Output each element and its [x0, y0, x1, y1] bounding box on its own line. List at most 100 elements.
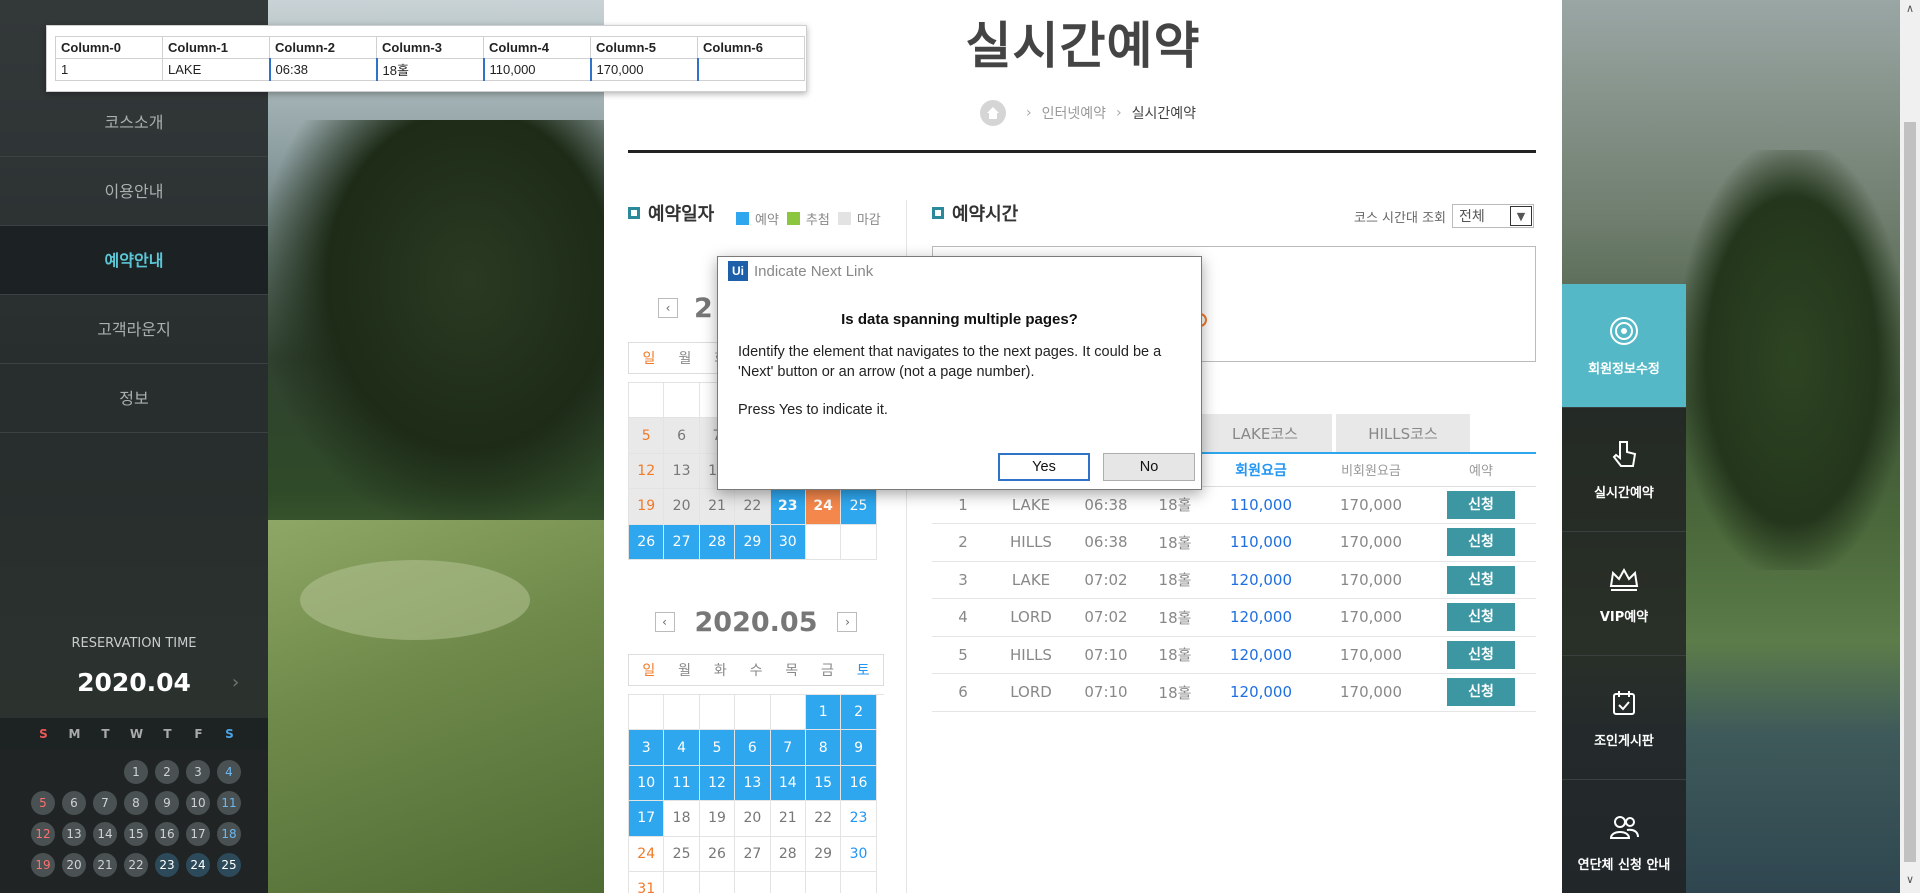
- calendar-day[interactable]: 8: [805, 730, 842, 766]
- calendar-day[interactable]: 24: [805, 489, 842, 525]
- calendar-day-empty: [771, 871, 806, 893]
- mini-calendar-day[interactable]: 18: [217, 822, 241, 846]
- quick-menu-label: 회원정보수정: [1588, 362, 1660, 377]
- calendar-day[interactable]: 25: [841, 489, 877, 525]
- home-icon[interactable]: [980, 100, 1006, 126]
- apply-button[interactable]: 신청: [1447, 678, 1515, 707]
- calendar-day[interactable]: 11: [664, 765, 700, 802]
- quick-menu-member-edit[interactable]: 회원정보수정: [1562, 284, 1686, 408]
- tab-lake-course[interactable]: LAKE코스: [1198, 414, 1332, 452]
- mini-calendar-day[interactable]: 13: [62, 822, 86, 846]
- target-icon: [1610, 317, 1638, 345]
- quick-menu-group[interactable]: 연단체 신청 안내: [1562, 780, 1686, 893]
- mini-calendar-day[interactable]: 10: [186, 791, 210, 815]
- scroll-up-icon[interactable]: ∧: [1900, 2, 1920, 20]
- mini-calendar-day[interactable]: 17: [186, 822, 210, 846]
- apply-button[interactable]: 신청: [1447, 640, 1515, 669]
- calendar-day[interactable]: 17: [629, 801, 665, 837]
- calendar-day: 31: [629, 871, 665, 893]
- mini-calendar-day[interactable]: 22: [124, 853, 148, 877]
- apply-button[interactable]: 신청: [1447, 565, 1515, 594]
- mini-calendar-day[interactable]: 19: [31, 853, 55, 877]
- calendar-day[interactable]: 3: [629, 730, 665, 766]
- calendar-day-empty: [735, 695, 771, 731]
- weekday-label: 목: [785, 663, 799, 679]
- weekday-label: S: [225, 727, 234, 741]
- calendar-day[interactable]: 23: [770, 489, 806, 525]
- scroll-down-icon[interactable]: ∨: [1900, 873, 1920, 891]
- table-row: 2 HILLS 06:38 18홀 110,000 170,000 신청: [932, 523, 1536, 562]
- mini-calendar-day[interactable]: 9: [155, 791, 179, 815]
- calendar-day[interactable]: 30: [770, 524, 806, 560]
- date-section-heading: 예약일자: [628, 200, 714, 226]
- extraction-preview-table: Column-0 Column-1 Column-2 Column-3 Colu…: [55, 36, 805, 81]
- calendar-day[interactable]: 5: [699, 730, 736, 766]
- mini-calendar-day[interactable]: 11: [217, 791, 241, 815]
- calendar-day[interactable]: 26: [629, 524, 665, 560]
- calendar-day[interactable]: 2: [841, 695, 877, 731]
- quick-menu-realtime[interactable]: 실시간예약: [1562, 408, 1686, 532]
- next-month-button[interactable]: ›: [837, 612, 858, 632]
- yes-button[interactable]: Yes: [998, 453, 1090, 481]
- preview-cell: 1: [55, 58, 163, 81]
- course-filter-select[interactable]: 전체 ▼: [1452, 204, 1534, 228]
- mini-calendar-day[interactable]: 24: [186, 853, 210, 877]
- mini-calendar-day[interactable]: 8: [124, 791, 148, 815]
- calendar-day[interactable]: 28: [699, 524, 736, 560]
- mini-calendar-day[interactable]: 7: [93, 791, 117, 815]
- calendar-day[interactable]: 16: [841, 765, 877, 802]
- mini-calendar-day[interactable]: 23: [155, 853, 179, 877]
- apply-button[interactable]: 신청: [1447, 490, 1515, 519]
- breadcrumb-current: 실시간예약: [1131, 106, 1197, 122]
- mini-calendar: S M T W T F S 1 2 3 4 5 6 7 8 9 10 11 12 13 14 15 16 17 1…: [0, 718, 268, 893]
- mini-calendar-day[interactable]: 4: [217, 760, 241, 784]
- calendar-day[interactable]: 15: [805, 765, 842, 802]
- prev-month-button[interactable]: ‹: [654, 612, 675, 632]
- preview-header: Column-4: [483, 36, 591, 59]
- quick-menu-join-board[interactable]: 조인게시판: [1562, 656, 1686, 780]
- sidebar-item-info[interactable]: 정보: [0, 364, 268, 433]
- calendar-day[interactable]: 29: [735, 524, 771, 560]
- no-button[interactable]: No: [1103, 453, 1195, 481]
- mini-calendar-day[interactable]: 1: [124, 760, 148, 784]
- mini-calendar-day[interactable]: 20: [62, 853, 86, 877]
- legend-reserve-label: 예약: [755, 213, 779, 228]
- scroll-thumb[interactable]: [1904, 122, 1916, 862]
- calendar-day[interactable]: 10: [629, 765, 665, 802]
- calendar-day-empty: [735, 871, 771, 893]
- mini-calendar-day[interactable]: 6: [62, 791, 86, 815]
- mini-calendar-day[interactable]: 25: [217, 853, 241, 877]
- apply-button[interactable]: 신청: [1447, 528, 1515, 557]
- calendar-day[interactable]: 14: [770, 765, 806, 802]
- mini-calendar-day[interactable]: 21: [93, 853, 117, 877]
- preview-header: Column-6: [697, 36, 805, 59]
- calendar-day[interactable]: 9: [841, 730, 877, 766]
- calendar-day[interactable]: 1: [805, 695, 842, 731]
- next-month-icon[interactable]: ›: [232, 672, 239, 693]
- sidebar-item-usage[interactable]: 이용안내: [0, 157, 268, 226]
- mini-calendar-day[interactable]: 14: [93, 822, 117, 846]
- tab-hills-course[interactable]: HILLS코스: [1336, 414, 1470, 452]
- calendar-day[interactable]: 12: [699, 765, 736, 802]
- calendar-day[interactable]: 7: [770, 730, 806, 766]
- mini-calendar-day[interactable]: 5: [31, 791, 55, 815]
- mini-calendar-day[interactable]: 3: [186, 760, 210, 784]
- page-scrollbar[interactable]: ∧ ∨: [1900, 0, 1920, 893]
- sidebar-item-course[interactable]: 코스소개: [0, 88, 268, 157]
- breadcrumb-item[interactable]: 인터넷예약: [1042, 103, 1106, 123]
- apply-button[interactable]: 신청: [1447, 603, 1515, 632]
- mini-calendar-day[interactable]: 15: [124, 822, 148, 846]
- calendar-day[interactable]: 13: [735, 765, 771, 802]
- preview-cell: 06:38: [268, 58, 377, 81]
- mini-calendar-day[interactable]: 2: [155, 760, 179, 784]
- sidebar-item-lounge[interactable]: 고객라운지: [0, 295, 268, 364]
- quick-menu-vip[interactable]: VIP예약: [1562, 532, 1686, 656]
- tee-time: 07:02: [1068, 561, 1144, 599]
- calendar-day[interactable]: 6: [735, 730, 771, 766]
- calendar-day[interactable]: 27: [664, 524, 700, 560]
- calendar-day[interactable]: 4: [664, 730, 700, 766]
- sidebar-item-reservation[interactable]: 예약안내: [0, 226, 268, 295]
- mini-calendar-day[interactable]: 16: [155, 822, 179, 846]
- mini-calendar-day[interactable]: 12: [31, 822, 55, 846]
- prev-month-button[interactable]: ‹: [658, 298, 678, 318]
